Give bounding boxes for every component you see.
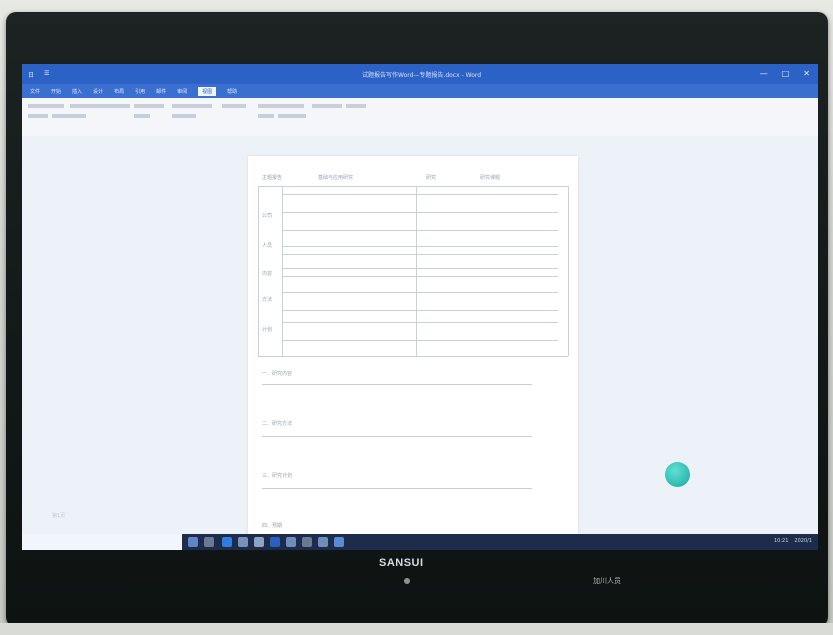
document-workspace: 第1页 主题报告 基础与应用研究 研究 研究课题 公司 人员 内容 方法 计划	[22, 136, 818, 546]
store-icon[interactable]	[254, 537, 264, 547]
doc-section-3: 三、研究计划	[262, 473, 293, 479]
tray-date[interactable]: 2020/1	[794, 538, 812, 544]
table-border-bottom	[258, 356, 568, 357]
word-icon[interactable]	[270, 537, 280, 547]
tab-help[interactable]: 帮助	[227, 88, 237, 95]
wall-bottom	[0, 623, 833, 635]
window-title: 试题报告写作Word—专题报告.docx - Word	[362, 72, 482, 79]
table-line	[282, 292, 558, 293]
doc-section-2: 二、研究方法	[262, 421, 293, 427]
table-line	[282, 268, 558, 269]
doc-section-4: 四、预期	[262, 523, 283, 529]
doc-row-label-2: 人员	[262, 243, 273, 249]
windows-taskbar: 10:21 2020/1	[182, 534, 818, 550]
ribbon-group-editing[interactable]	[222, 104, 246, 108]
ribbon-group-clipboard[interactable]	[28, 104, 64, 108]
doc-text-line	[262, 436, 532, 437]
table-border-right	[568, 186, 569, 356]
table-line	[282, 340, 558, 341]
ribbon-button-c[interactable]	[134, 114, 150, 118]
table-line	[282, 194, 558, 195]
doc-text-line	[262, 488, 532, 489]
file-explorer-icon[interactable]	[238, 537, 248, 547]
tab-references[interactable]: 引用	[135, 88, 145, 95]
doc-field-4: 研究课题	[480, 175, 501, 181]
tab-view[interactable]: 视图	[198, 86, 217, 96]
table-line	[282, 254, 558, 255]
ribbon-group-paragraph[interactable]	[134, 104, 164, 108]
floating-assistant-icon[interactable]	[665, 462, 690, 487]
doc-field-2: 基础与应用研究	[318, 175, 354, 181]
maximize-button[interactable]: □	[782, 69, 790, 78]
tab-design[interactable]: 设计	[93, 88, 103, 95]
doc-field-1: 主题报告	[262, 175, 283, 181]
search-icon[interactable]	[204, 537, 214, 547]
table-line	[282, 322, 558, 323]
ribbon-button-b[interactable]	[52, 114, 86, 118]
brand-logo: SANSUI	[379, 557, 424, 569]
table-line	[282, 212, 558, 213]
tab-review[interactable]: 审阅	[177, 88, 187, 95]
table-line	[282, 230, 558, 231]
ribbon-button-e[interactable]	[258, 114, 274, 118]
doc-row-label-4: 方法	[262, 297, 273, 303]
ribbon-group-font[interactable]	[70, 104, 130, 108]
doc-row-label-1: 公司	[262, 213, 273, 219]
menu-icon[interactable]: ☰	[44, 70, 49, 79]
table-border-left	[258, 186, 259, 356]
window-titlebar: 日 ☰ 试题报告写作Word—专题报告.docx - Word — □ ✕	[22, 64, 818, 84]
tab-mailings[interactable]: 邮件	[156, 88, 166, 95]
ribbon-group-styles[interactable]	[172, 104, 212, 108]
monitor-label: 加川人员	[593, 577, 621, 585]
table-line	[282, 246, 558, 247]
table-border-top	[258, 186, 568, 187]
table-column	[416, 186, 417, 356]
status-page-indicator: 第1页	[52, 513, 66, 519]
tab-file[interactable]: 文件	[30, 88, 40, 95]
ribbon-button-f[interactable]	[278, 114, 306, 118]
ribbon-tabs: 文件 开始 插入 设计 布局 引用 邮件 审阅 视图 帮助	[22, 84, 818, 98]
document-page[interactable]: 主题报告 基础与应用研究 研究 研究课题 公司 人员 内容 方法 计划 一、研究…	[248, 156, 578, 546]
tab-insert[interactable]: 插入	[72, 88, 82, 95]
ribbon-group-view[interactable]	[258, 104, 304, 108]
app-icon[interactable]	[286, 537, 296, 547]
minimize-button[interactable]: —	[760, 69, 768, 78]
app-icon[interactable]	[302, 537, 312, 547]
quick-access-toolbar: 日 ☰	[28, 70, 49, 79]
edge-icon[interactable]	[222, 537, 232, 547]
save-icon[interactable]: 日	[28, 70, 34, 79]
doc-field-3: 研究	[426, 175, 437, 181]
ribbon-group-zoom[interactable]	[312, 104, 342, 108]
power-indicator-icon	[404, 578, 410, 584]
table-column	[282, 186, 283, 356]
table-line	[282, 276, 558, 277]
window-controls: — □ ✕	[760, 69, 810, 78]
doc-row-label-3: 内容	[262, 271, 273, 277]
tab-home[interactable]: 开始	[51, 88, 61, 95]
doc-text-line	[262, 384, 532, 385]
ribbon-panel	[22, 98, 818, 137]
doc-section-1: 一、研究内容	[262, 371, 293, 377]
doc-row-label-5: 计划	[262, 327, 273, 333]
tray-time[interactable]: 10:21	[774, 538, 788, 544]
system-tray: 10:21 2020/1	[774, 538, 812, 544]
ribbon-group-window[interactable]	[346, 104, 366, 108]
table-line	[282, 310, 558, 311]
ribbon-button-a[interactable]	[28, 114, 48, 118]
app-icon[interactable]	[334, 537, 344, 547]
monitor-screen: 日 ☰ 试题报告写作Word—专题报告.docx - Word — □ ✕ 文件…	[22, 64, 818, 550]
ribbon-button-d[interactable]	[172, 114, 196, 118]
start-icon[interactable]	[188, 537, 198, 547]
close-button[interactable]: ✕	[803, 69, 810, 78]
app-icon[interactable]	[318, 537, 328, 547]
tab-layout[interactable]: 布局	[114, 88, 124, 95]
